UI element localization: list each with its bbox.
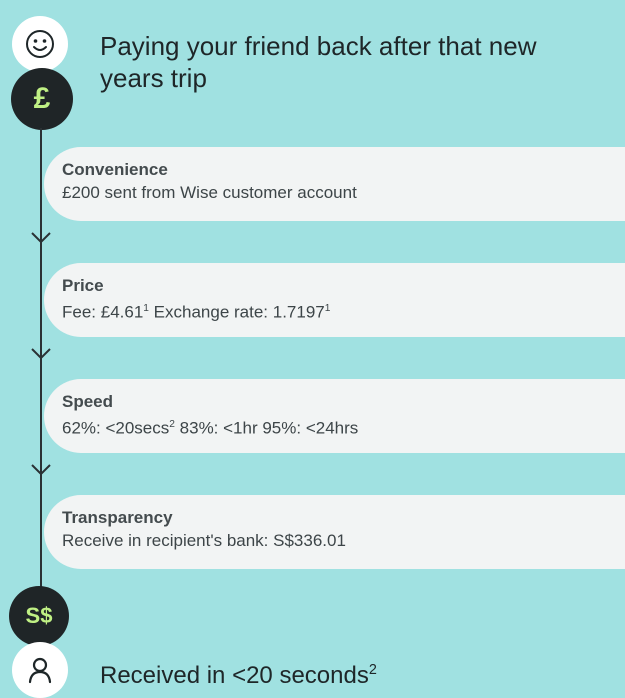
exchange-rate-text: Exchange rate: 1.7197 [148, 302, 325, 322]
card-transparency: Transparency Receive in recipient's bank… [44, 495, 625, 569]
card-price: Price Fee: £4.611 Exchange rate: 1.71971 [44, 263, 625, 337]
card-speed: Speed 62%: <20secs2 83%: <1hr 95%: <24hr… [44, 379, 625, 453]
chevron-down-icon [31, 232, 51, 244]
received-text: Received in <20 seconds2 [100, 655, 377, 691]
card-body: Receive in recipient's bank: S$336.01 [62, 531, 346, 550]
speed-text: 62%: <20secs [62, 418, 170, 438]
card-title: Price [62, 276, 104, 295]
chevron-down-icon [31, 464, 51, 476]
card-title: Convenience [62, 160, 168, 179]
pound-currency-icon: £ [11, 68, 73, 130]
smiley-face-icon [12, 16, 68, 72]
card-convenience: Convenience £200 sent from Wise customer… [44, 147, 625, 221]
footnote-marker: 1 [324, 303, 331, 314]
chevron-down-icon [31, 348, 51, 360]
headline: Paying your friend back after that new y… [100, 31, 537, 93]
footnote-marker: 2 [368, 662, 377, 678]
card-body: Fee: £4.611 Exchange rate: 1.71971 [62, 297, 625, 325]
person-icon [12, 642, 68, 698]
card-title: Speed [62, 392, 114, 411]
card-body: 62%: <20secs2 83%: <1hr 95%: <24hrs [62, 413, 625, 441]
received-label: Received in <20 seconds [100, 662, 369, 689]
card-title: Transparency [62, 508, 173, 527]
sgd-currency-icon: S$ [9, 586, 69, 646]
fee-text: Fee: £4.61 [62, 302, 144, 322]
card-body: £200 sent from Wise customer account [62, 183, 357, 202]
speed-text-rest: 83%: <1hr 95%: <24hrs [174, 418, 359, 438]
